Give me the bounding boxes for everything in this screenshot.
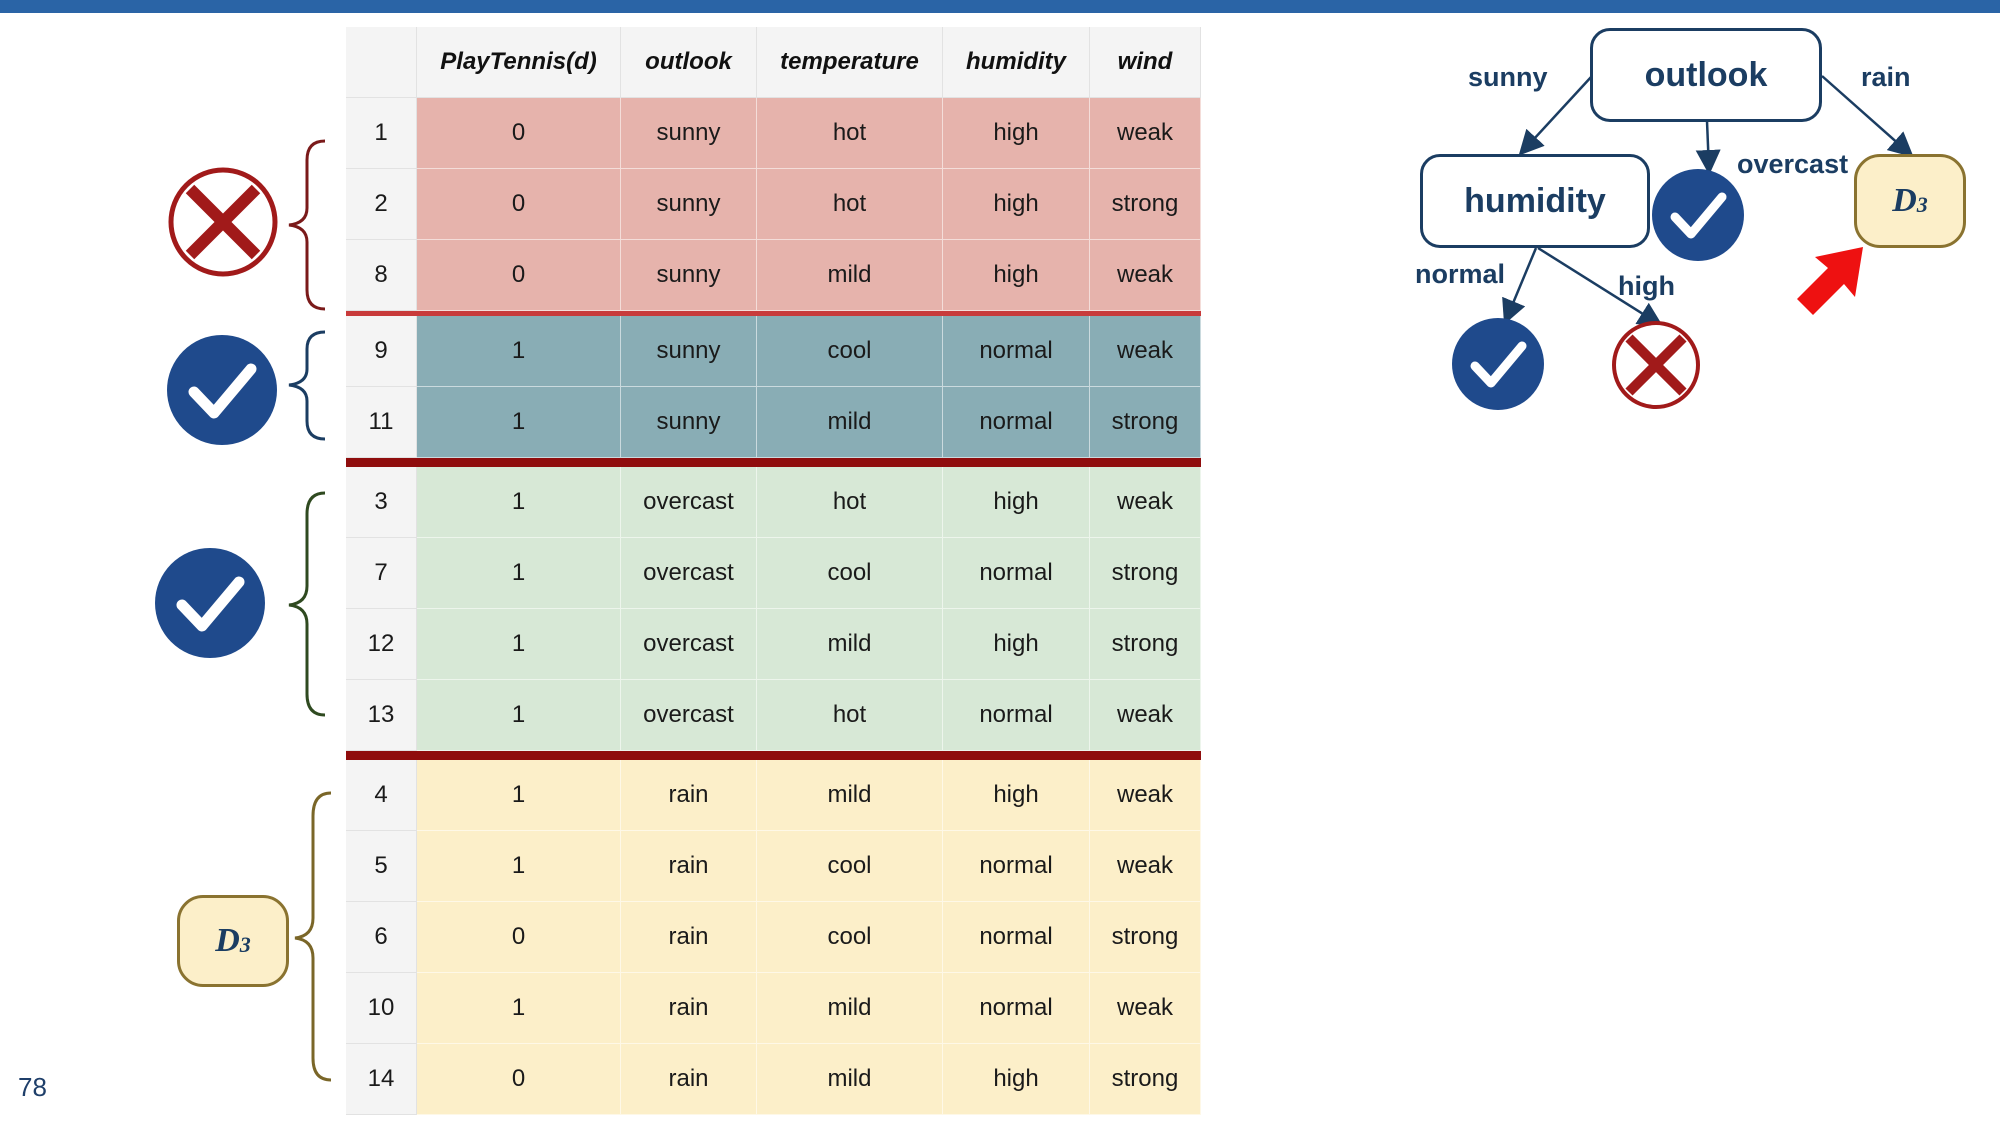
- tree-node-humidity: humidity: [1420, 154, 1650, 248]
- check-icon: [1452, 318, 1544, 410]
- tree-leaf-d3: D3: [1854, 154, 1966, 248]
- edge-label-rain: rain: [1861, 62, 1911, 92]
- edge-label-normal: normal: [1415, 259, 1506, 289]
- edge-label-high: high: [1618, 271, 1675, 301]
- tree-leaf-label: D: [1892, 182, 1917, 219]
- tree-root-outlook: outlook: [1590, 28, 1822, 122]
- arrow-icon: [1797, 247, 1863, 315]
- check-icon: [1652, 169, 1744, 261]
- edge-label-sunny: sunny: [1468, 62, 1548, 92]
- tree-leaf-subscript: 3: [1916, 192, 1928, 217]
- edge-normal: [1502, 247, 1538, 325]
- edge-overcast: [1695, 120, 1721, 175]
- cross-icon: [1612, 321, 1700, 409]
- edge-label-overcast: overcast: [1737, 149, 1849, 179]
